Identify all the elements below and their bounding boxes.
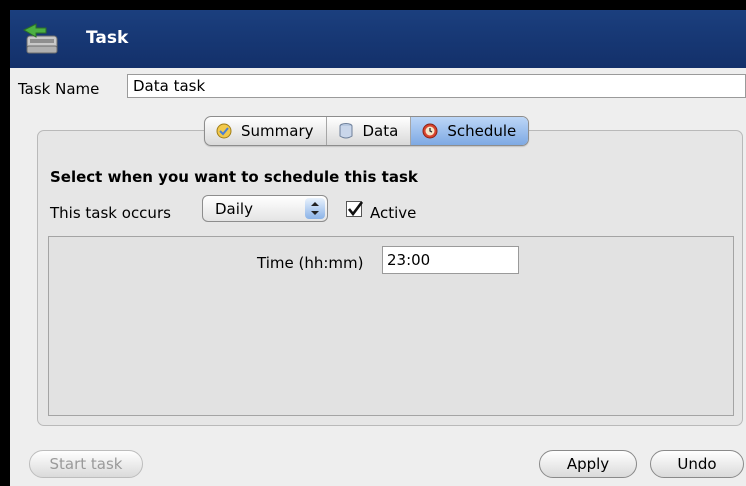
chevron-updown-icon	[305, 198, 325, 219]
undo-button[interactable]: Undo	[650, 450, 744, 478]
occurs-label: This task occurs	[50, 204, 171, 222]
checkmark-icon	[347, 201, 364, 217]
task-window: Task Task Name Summary Data	[10, 10, 746, 486]
active-checkbox[interactable]	[346, 201, 364, 217]
time-label: Time (hh:mm)	[257, 254, 364, 272]
tab-bar: Summary Data Schedule	[204, 116, 530, 146]
summary-icon	[216, 123, 232, 139]
tab-data[interactable]: Data	[327, 117, 412, 145]
data-icon	[339, 123, 352, 139]
task-name-input[interactable]	[127, 74, 746, 98]
start-task-button[interactable]: Start task	[29, 450, 143, 478]
task-name-label: Task Name	[18, 80, 100, 98]
window-title: Task	[86, 28, 129, 48]
apply-button[interactable]: Apply	[539, 450, 637, 478]
schedule-icon	[422, 123, 438, 139]
active-label: Active	[370, 204, 417, 222]
tab-summary-label: Summary	[241, 122, 314, 140]
task-name-row: Task Name	[10, 74, 746, 104]
time-input[interactable]	[382, 246, 519, 274]
tab-schedule[interactable]: Schedule	[411, 117, 529, 145]
tab-data-label: Data	[362, 122, 399, 140]
occurs-select-value: Daily	[215, 200, 253, 218]
occurs-select[interactable]: Daily	[202, 195, 328, 222]
schedule-heading: Select when you want to schedule this ta…	[50, 168, 418, 186]
tab-summary[interactable]: Summary	[205, 117, 327, 145]
task-icon	[18, 20, 62, 58]
title-bar: Task	[10, 10, 746, 68]
tab-schedule-label: Schedule	[447, 122, 517, 140]
